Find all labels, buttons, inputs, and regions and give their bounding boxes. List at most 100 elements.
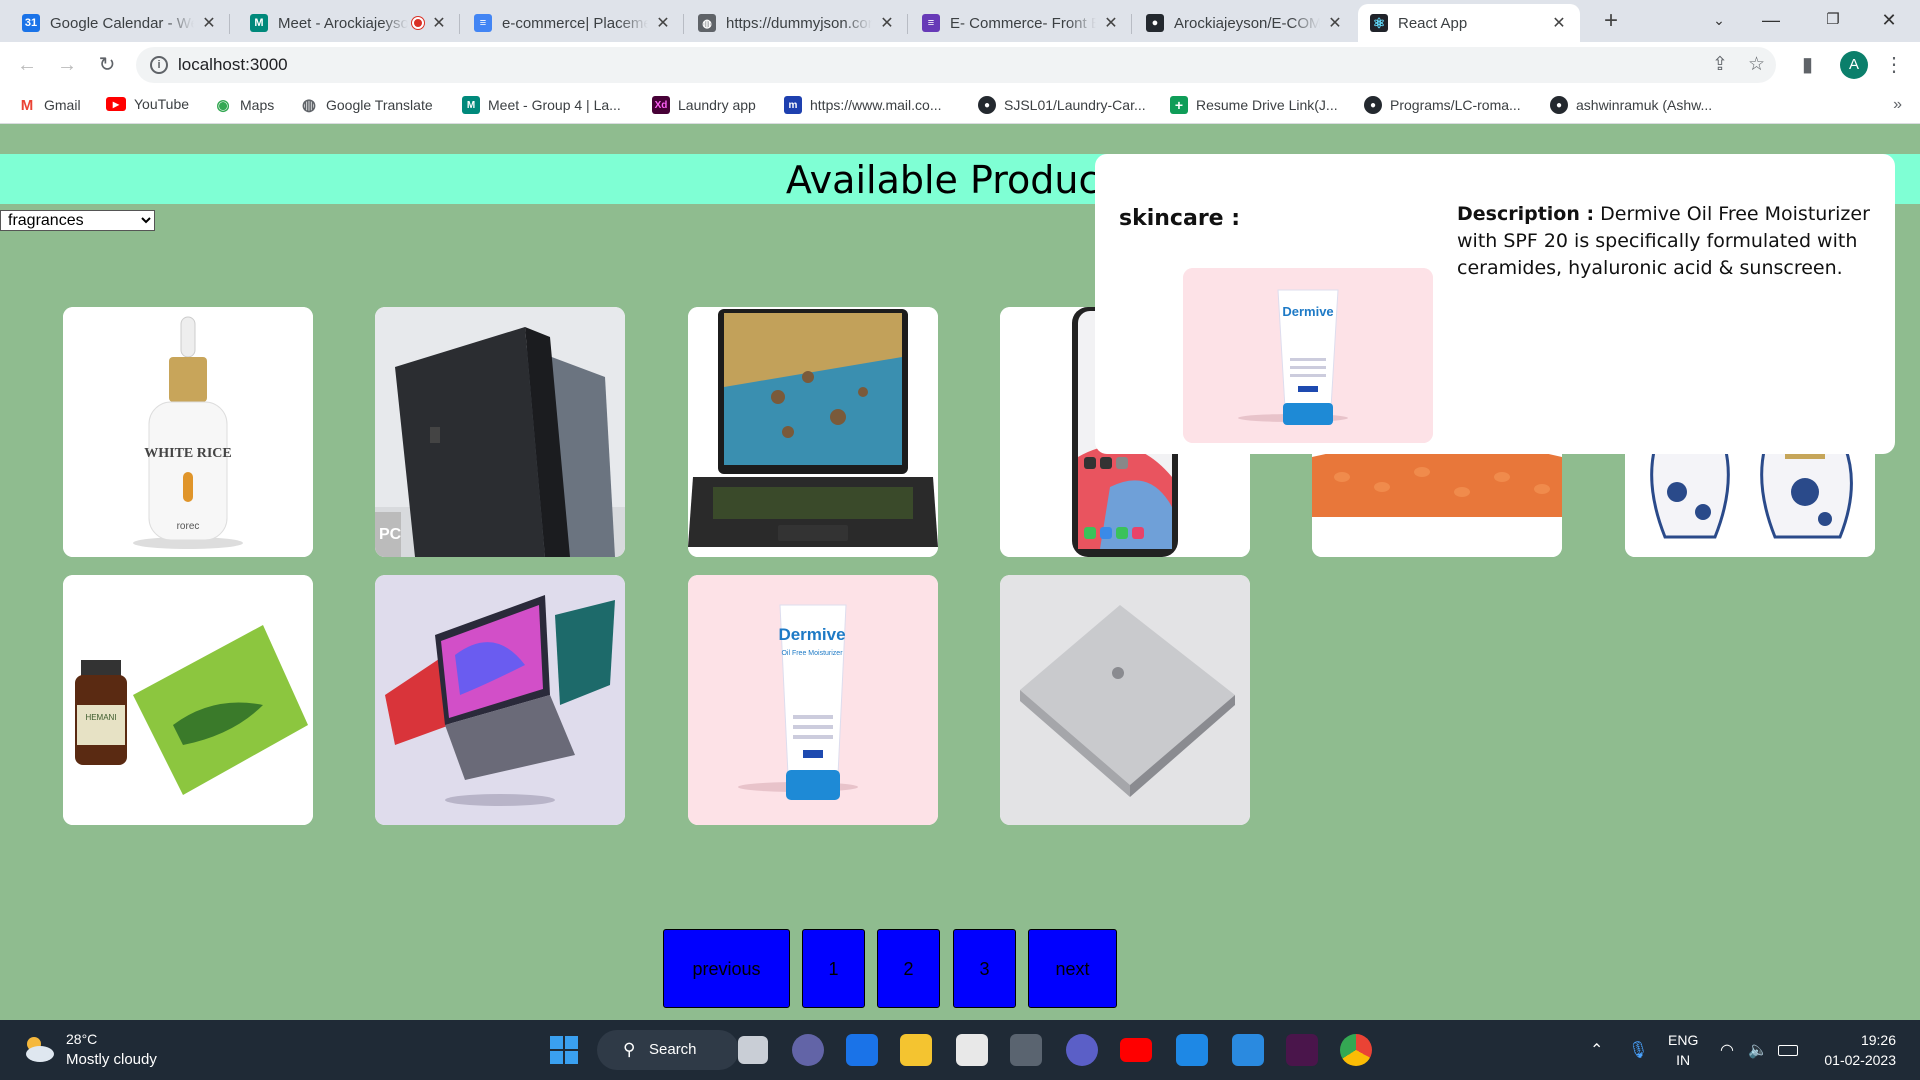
product-card[interactable]: WHITE RICE rorec [63,307,313,557]
forms-icon: ≡ [922,14,940,32]
chevron-up-icon[interactable]: ⌃ [1590,1040,1603,1060]
bookmark-resume-drive[interactable]: + Resume Drive Link(J... [1170,96,1338,114]
bookmark-label: Google Translate [326,97,433,113]
weather-description[interactable]: Mostly cloudy [66,1051,157,1068]
weather-temperature[interactable]: 28°C [66,1031,97,1047]
product-detail-modal[interactable]: skincare : Dermive Description : Dermive… [1095,154,1895,454]
profile-avatar[interactable]: A [1840,51,1868,79]
gmail-icon: M [18,96,36,114]
tab-meet[interactable]: M Meet - Arockiajeyson ✕ [238,4,460,42]
tab-title: Google Calendar - Week [50,14,194,32]
svg-text:Dermive: Dermive [778,625,845,644]
forward-icon[interactable]: → [52,50,82,80]
youtube-icon[interactable] [1120,1038,1152,1062]
bookmark-gmail[interactable]: M Gmail [18,96,81,114]
tab-search-icon[interactable]: ⌄ [1696,0,1742,40]
microphone-icon[interactable]: 🎙 [1628,1040,1648,1060]
bookmark-label: ashwinramuk (Ashw... [1576,97,1713,113]
close-icon[interactable]: ✕ [1326,13,1344,33]
product-card[interactable]: PC [375,307,625,557]
slack-icon[interactable] [1286,1034,1318,1066]
close-icon[interactable]: ✕ [878,13,896,33]
next-button[interactable]: next [1028,929,1117,1008]
bookmark-google-translate[interactable]: ◍ Google Translate [300,96,433,114]
share-icon[interactable]: ⇪ [1712,53,1728,76]
tab-react-app[interactable]: ⚛ React App ✕ [1358,4,1580,42]
svg-text:PC: PC [379,526,402,543]
svg-text:Oil Free Moisturizer: Oil Free Moisturizer [781,650,843,657]
menu-icon[interactable]: ⋮ [1884,52,1904,77]
volume-icon[interactable]: 🔈 [1748,1040,1768,1060]
docs-icon: ≡ [474,14,492,32]
minimize-button[interactable]: — [1748,0,1794,40]
chevron-right-icon[interactable]: » [1893,96,1902,114]
bookmark-mail[interactable]: m https://www.mail.co... [784,96,941,114]
bookmark-laundry-app[interactable]: Xd Laundry app [652,96,756,114]
language-indicator[interactable]: ENG IN [1668,1030,1698,1070]
restore-button[interactable]: ❐ [1810,0,1856,40]
system-clock[interactable]: 19:26 01-02-2023 [1816,1030,1896,1070]
copilot-icon[interactable] [1066,1034,1098,1066]
app-window-icon[interactable] [1176,1034,1208,1066]
side-panel-icon[interactable]: ▮ [1802,52,1813,77]
microsoft-store-icon[interactable] [956,1034,988,1066]
taskbar-search[interactable]: ⚲ Search [597,1030,739,1070]
tab-google-calendar[interactable]: 31 Google Calendar - Week ✕ [10,4,230,42]
site-info-icon[interactable]: i [150,56,168,74]
tab-e-commerce-form[interactable]: ≡ E- Commerce- Front End ✕ [910,4,1132,42]
windows-start-icon[interactable] [548,1034,580,1066]
product-card[interactable] [375,575,625,825]
task-view-icon[interactable] [738,1036,768,1064]
bookmark-laundry-car[interactable]: ● SJSL01/Laundry-Car... [978,96,1146,114]
bookmark-youtube[interactable]: ▶ YouTube [106,96,189,112]
close-icon[interactable]: ✕ [200,13,218,33]
close-icon[interactable]: ✕ [430,13,448,33]
product-card[interactable] [688,307,938,557]
mail-icon[interactable] [846,1034,878,1066]
back-icon[interactable]: ← [12,50,42,80]
reload-icon[interactable]: ↻ [92,50,122,80]
product-card[interactable]: Dermive Oil Free Moisturizer [688,575,938,825]
close-icon[interactable]: ✕ [1102,13,1120,33]
tab-github-repo[interactable]: ● Arockiajeyson/E-COMMERCE ✕ [1134,4,1356,42]
windows-taskbar: 28°C Mostly cloudy ⚲ Search ⌃ 🎙 ENG IN ◠… [0,1020,1920,1080]
modal-product-image: Dermive [1183,268,1433,443]
close-icon[interactable]: ✕ [1550,13,1568,33]
close-window-button[interactable]: ✕ [1866,0,1912,40]
previous-button[interactable]: previous [663,929,790,1008]
page-2-button[interactable]: 2 [877,929,940,1008]
wifi-icon[interactable]: ◠ [1720,1040,1734,1060]
tab-title: e-commerce| Placement [502,14,648,32]
tab-title: Meet - Arockiajeyson [278,14,408,32]
bookmark-star-icon[interactable]: ☆ [1748,53,1765,76]
language-code: ENG [1668,1032,1699,1048]
svg-text:HEMANI: HEMANI [85,713,116,722]
close-icon[interactable]: ✕ [654,13,672,33]
category-select[interactable]: fragrances [0,210,155,231]
address-bar[interactable]: i localhost:3000 ⇪ ☆ [136,47,1776,83]
gaming-laptop-image [688,307,938,557]
new-tab-button[interactable]: + [1596,6,1626,36]
file-explorer-icon[interactable] [900,1034,932,1066]
description-label: Description : [1457,203,1595,225]
react-icon: ⚛ [1370,14,1388,32]
recording-icon [412,17,424,29]
page-1-button[interactable]: 1 [802,929,865,1008]
battery-icon[interactable] [1778,1045,1798,1056]
tab-e-commerce-doc[interactable]: ≡ e-commerce| Placement ✕ [462,4,684,42]
camera-icon[interactable] [1010,1034,1042,1066]
bookmark-label: Maps [240,97,275,113]
bookmark-programs[interactable]: ● Programs/LC-roma... [1364,96,1521,114]
bookmark-ashwinramuk[interactable]: ● ashwinramuk (Ashw... [1550,96,1712,114]
address-url[interactable]: localhost:3000 [178,55,288,75]
bookmark-meet-group[interactable]: M Meet - Group 4 | La... [462,96,621,114]
product-card[interactable] [1000,575,1250,825]
bookmark-maps[interactable]: ◉ Maps [214,96,274,114]
chrome-icon[interactable] [1340,1034,1372,1066]
page-3-button[interactable]: 3 [953,929,1016,1008]
vscode-icon[interactable] [1232,1034,1264,1066]
product-card[interactable]: HEMANI HEMANI [63,575,313,825]
teams-chat-icon[interactable] [792,1034,824,1066]
bookmark-label: SJSL01/Laundry-Car... [1004,97,1146,113]
tab-dummyjson[interactable]: ◍ https://dummyjson.com ✕ [686,4,908,42]
